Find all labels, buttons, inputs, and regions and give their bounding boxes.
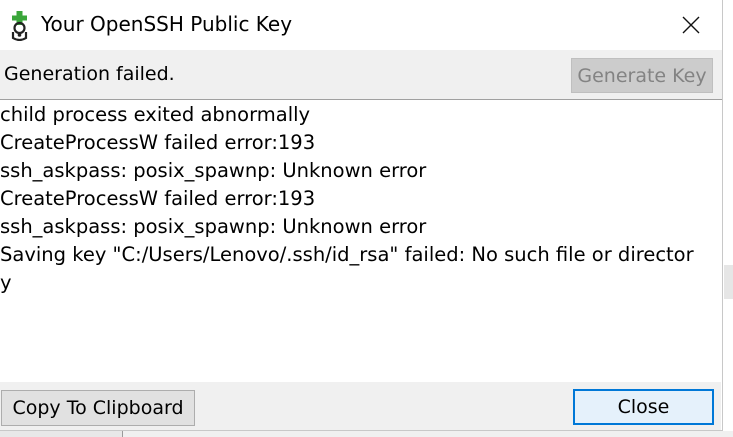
log-line: ssh_askpass: posix_spawnp: Unknown error (0, 159, 427, 182)
ssh-key-dialog: Your OpenSSH Public Key Generation faile… (0, 0, 723, 431)
log-line: ssh_askpass: posix_spawnp: Unknown error (0, 215, 427, 238)
background-partial-element (0, 430, 123, 437)
output-log[interactable]: child process exited abnormally CreatePr… (0, 100, 720, 382)
log-line: Saving key "C:/Users/Lenovo/.ssh/id_rsa"… (0, 243, 694, 266)
toolbar: Generation failed. Generate Key (0, 50, 722, 100)
git-key-icon (9, 11, 31, 42)
log-line: y (0, 271, 12, 294)
close-icon[interactable] (674, 10, 708, 40)
window-title: Your OpenSSH Public Key (41, 12, 293, 36)
background-window-edge (723, 0, 733, 437)
generate-key-button[interactable]: Generate Key (571, 58, 713, 93)
log-line: CreateProcessW failed error:193 (0, 187, 316, 210)
log-line: child process exited abnormally (0, 103, 311, 126)
background-scrollbar (724, 265, 733, 299)
log-line: CreateProcessW failed error:193 (0, 131, 316, 154)
close-button[interactable]: Close (573, 389, 714, 425)
copy-to-clipboard-button[interactable]: Copy To Clipboard (1, 390, 195, 426)
title-bar[interactable]: Your OpenSSH Public Key (0, 0, 722, 50)
status-message: Generation failed. (4, 63, 175, 85)
footer-bar: Copy To Clipboard Close (0, 382, 721, 430)
